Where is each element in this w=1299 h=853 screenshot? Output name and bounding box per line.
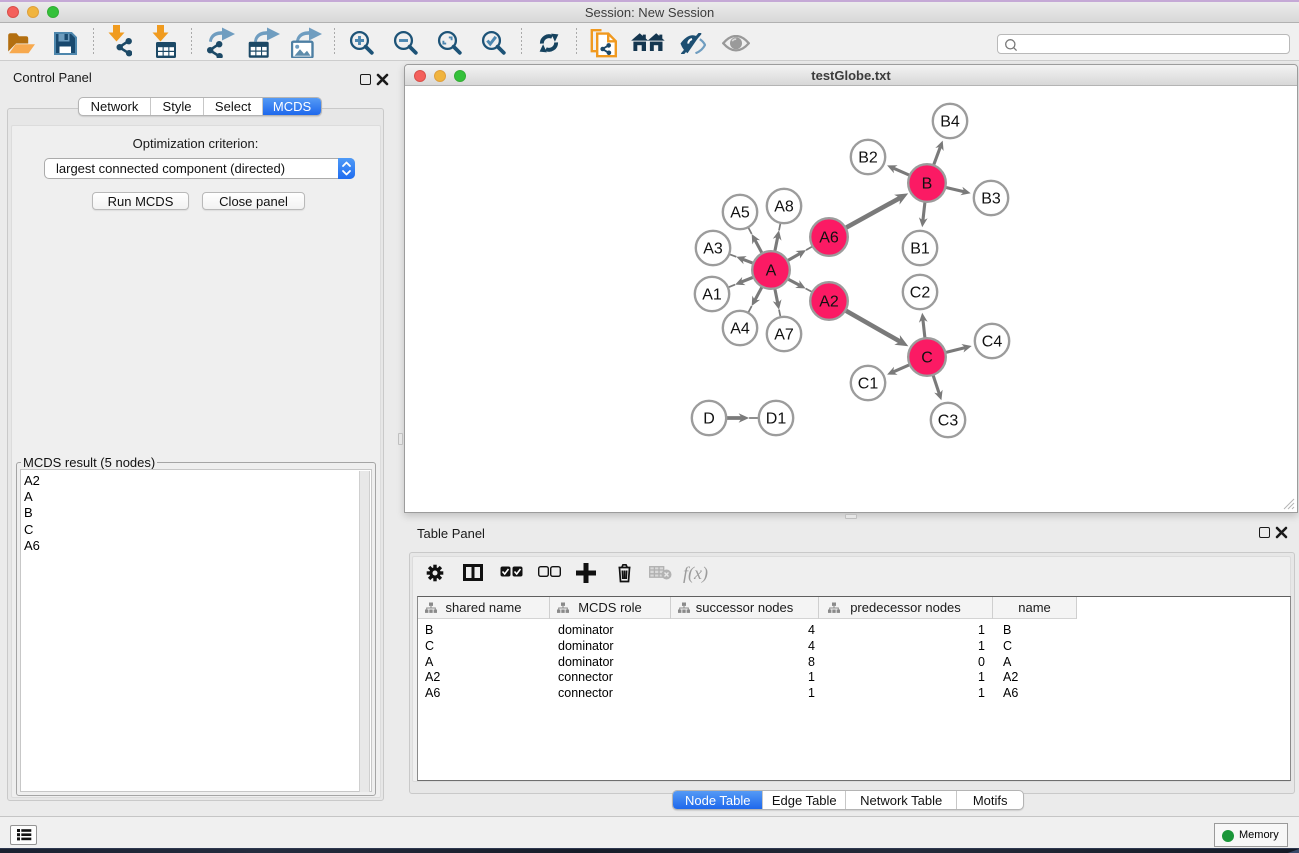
svg-text:B1: B1 xyxy=(910,241,930,258)
svg-text:B3: B3 xyxy=(981,191,1001,208)
svg-text:A2: A2 xyxy=(819,294,839,311)
svg-text:A1: A1 xyxy=(702,287,722,304)
svg-text:D1: D1 xyxy=(766,411,787,428)
svg-text:B2: B2 xyxy=(858,150,878,167)
svg-text:D: D xyxy=(703,411,715,428)
svg-text:B4: B4 xyxy=(940,114,960,131)
svg-text:B: B xyxy=(922,176,933,193)
svg-text:A8: A8 xyxy=(774,199,794,216)
svg-text:C4: C4 xyxy=(982,334,1003,351)
svg-text:A6: A6 xyxy=(819,230,839,247)
svg-text:C: C xyxy=(921,350,933,367)
svg-text:C3: C3 xyxy=(938,413,959,430)
svg-text:C1: C1 xyxy=(858,376,879,393)
svg-text:A3: A3 xyxy=(703,241,723,258)
svg-text:A7: A7 xyxy=(774,327,794,344)
svg-text:A4: A4 xyxy=(730,321,750,338)
svg-text:C2: C2 xyxy=(910,285,931,302)
svg-text:A: A xyxy=(766,263,777,280)
svg-text:A5: A5 xyxy=(730,205,750,222)
